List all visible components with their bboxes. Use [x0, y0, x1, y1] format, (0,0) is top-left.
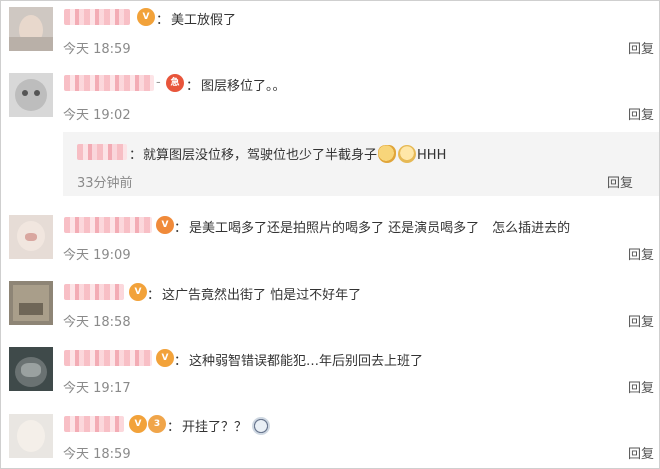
username-blurred[interactable] — [77, 144, 127, 160]
comment-text: 图层移位了。。 — [201, 79, 286, 94]
comment-text: 是美工喝多了还是拍照片的喝多了 还是演员喝多了 怎么插进去的 — [189, 221, 571, 236]
comment-time: 今天 18:59 — [63, 447, 131, 462]
reply-button[interactable]: 回复 — [628, 443, 654, 462]
reply-button[interactable]: 回复 — [607, 172, 633, 191]
sub-reply: ： 就算图层没位移，驾驶位也少了半截身子 HHH 33分钟前 回复 — [63, 132, 659, 196]
shocked-face-icon — [252, 417, 271, 435]
reply-button[interactable]: 回复 — [628, 244, 654, 263]
avatar[interactable] — [9, 347, 53, 391]
vip-badge-icon: V — [129, 283, 147, 301]
comment-time: 今天 19:02 — [63, 108, 131, 123]
username-blurred[interactable] — [64, 350, 152, 366]
reply-button[interactable]: 回复 — [628, 377, 654, 396]
username-blurred[interactable] — [64, 75, 154, 91]
comment-text: 美工放假了 — [171, 13, 237, 28]
vip-badge-icon: V — [156, 216, 174, 234]
username-blurred[interactable] — [64, 284, 124, 300]
avatar[interactable] — [9, 215, 53, 259]
comment-text: 这种弱智错误都能犯…年后别回去上班了 — [189, 354, 424, 369]
vip-badge-icon: V — [137, 8, 155, 26]
sub-reply-time: 33分钟前 — [77, 176, 133, 191]
sub-reply-text: 就算图层没位移，驾驶位也少了半截身子 — [143, 148, 378, 163]
level-badge-icon: 3 — [148, 415, 166, 433]
avatar[interactable] — [9, 281, 53, 325]
username-blurred[interactable] — [64, 217, 152, 233]
reply-button[interactable]: 回复 — [628, 38, 654, 57]
sub-reply-suffix: HHH — [417, 148, 447, 163]
comment-list: V ： 美工放假了 今天 18:59 回复 - 急 ： 图层移位了。。 今天 1… — [0, 0, 660, 469]
avatar[interactable] — [9, 73, 53, 117]
vip-badge-icon: V — [156, 349, 174, 367]
comment-text: 开挂了？？ — [182, 420, 248, 435]
avatar[interactable] — [9, 414, 53, 458]
reply-button[interactable]: 回复 — [628, 311, 654, 330]
level-badge-icon: 急 — [166, 74, 184, 92]
comment-time: 今天 18:58 — [63, 315, 131, 330]
comment-time: 今天 19:17 — [63, 381, 131, 396]
dog-face-icon — [398, 145, 417, 163]
comment-time: 今天 19:09 — [63, 248, 131, 263]
avatar[interactable] — [9, 7, 53, 51]
vip-badge-icon: V — [129, 415, 147, 433]
comment-text: 这广告竟然出街了 怕是过不好年了 — [162, 288, 362, 303]
comment-time: 今天 18:59 — [63, 42, 131, 57]
reply-button[interactable]: 回复 — [628, 104, 654, 123]
username-blurred[interactable] — [64, 416, 124, 432]
username-blurred[interactable] — [64, 9, 130, 25]
thumbs-up-icon — [378, 145, 397, 163]
